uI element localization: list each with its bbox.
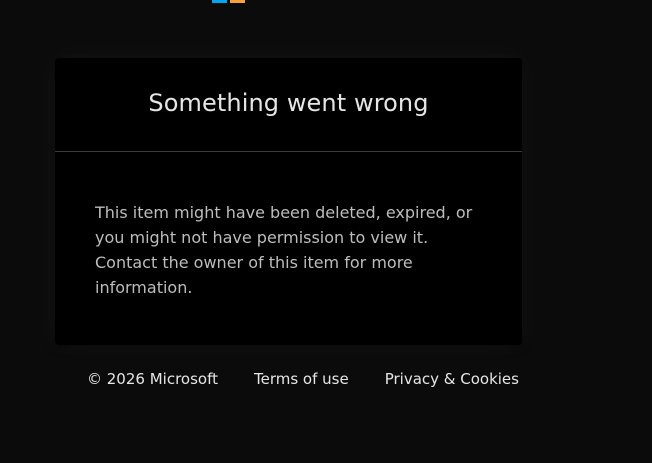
error-message: This item might have been deleted, expir… [95,203,473,297]
footer: © 2026 Microsoft Terms of use Privacy & … [87,368,519,390]
microsoft-logo-icon [212,0,245,4]
terms-of-use-link[interactable]: Terms of use [254,370,349,388]
logo-square-orange [230,0,245,3]
error-card-body: This item might have been deleted, expir… [55,152,522,300]
privacy-cookies-link[interactable]: Privacy & Cookies [385,370,519,388]
logo-square-blue [212,0,227,3]
copyright-text: © 2026 Microsoft [87,370,218,388]
error-title: Something went wrong [148,88,429,117]
error-card-header: Something went wrong [55,58,522,152]
error-card: Something went wrong This item might hav… [55,58,522,345]
error-page: Something went wrong This item might hav… [0,0,652,463]
